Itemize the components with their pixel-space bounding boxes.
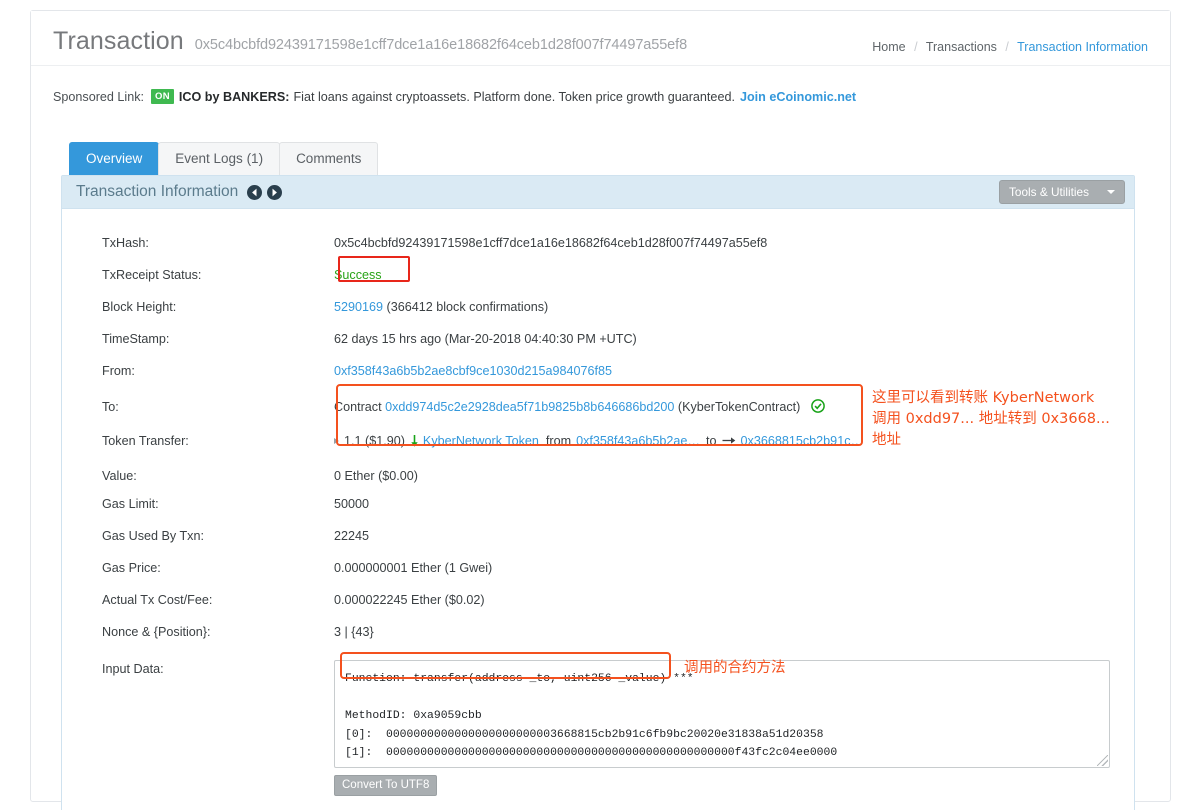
gas-limit-value: 50000 bbox=[334, 497, 370, 511]
tab-overview[interactable]: Overview bbox=[69, 142, 160, 176]
token-transfer-label: Token Transfer: bbox=[102, 434, 189, 448]
verified-contract-icon bbox=[811, 399, 825, 413]
value-amount: 0 Ether ($0.00) bbox=[334, 469, 419, 483]
to-address-link[interactable]: 0xdd974d5c2e2928dea5f71b9825b8b646686bd2… bbox=[385, 400, 674, 414]
panel-nav-arrows bbox=[247, 184, 283, 200]
tab-bar: Overview Event Logs (1) Comments bbox=[69, 142, 379, 176]
gas-used-label: Gas Used By Txn: bbox=[102, 529, 204, 543]
row-value: Value: 0 Ether ($0.00) bbox=[62, 455, 1134, 490]
breadcrumb-transactions[interactable]: Transactions bbox=[926, 40, 997, 54]
row-nonce: Nonce & {Position}: 3 | {43} bbox=[62, 618, 1134, 650]
expand-token-transfer-icon[interactable] bbox=[334, 438, 339, 444]
sponsored-cta-link[interactable]: Join eCoinomic.net bbox=[740, 90, 856, 104]
nonce-label: Nonce & {Position}: bbox=[102, 625, 211, 639]
panel-title: Transaction Information bbox=[76, 183, 239, 200]
page-root: Transaction 0x5c4bcbfd92439171598e1cff7d… bbox=[0, 0, 1200, 810]
gas-price-label: Gas Price: bbox=[102, 561, 161, 575]
tab-event-logs[interactable]: Event Logs (1) bbox=[158, 142, 281, 176]
input-data-arg1-line: [1]: 00000000000000000000000000000000000… bbox=[345, 747, 838, 759]
block-height-label: Block Height: bbox=[102, 300, 177, 314]
breadcrumb-separator-1: / bbox=[914, 40, 918, 54]
timestamp-value: 62 days 15 hrs ago (Mar-20-2018 04:40:30… bbox=[334, 332, 637, 346]
token-name-link[interactable]: KyberNetwork Token bbox=[423, 432, 539, 450]
row-from: From: 0xf358f43a6b5b2ae8cbf9ce1030d215a9… bbox=[62, 357, 1134, 389]
to-contract-prefix: Contract bbox=[334, 400, 382, 414]
to-label: To: bbox=[102, 400, 119, 414]
row-gas-limit: Gas Limit: 50000 bbox=[62, 490, 1134, 522]
page-title-hash: 0x5c4bcbfd92439171598e1cff7dce1a16e18682… bbox=[194, 37, 688, 53]
sponsored-link-bar: Sponsored Link: ON ICO by BANKERS: Fiat … bbox=[53, 89, 856, 104]
row-gas-used: Gas Used By Txn: 22245 bbox=[62, 522, 1134, 554]
txhash-value: 0x5c4bcbfd92439171598e1cff7dce1a16e18682… bbox=[334, 236, 768, 250]
txreceipt-status-label: TxReceipt Status: bbox=[102, 268, 202, 282]
input-data-label: Input Data: bbox=[102, 662, 164, 676]
gas-limit-label: Gas Limit: bbox=[102, 497, 159, 511]
tools-and-utilities-label: Tools & Utilities bbox=[1009, 185, 1089, 199]
tx-cost-value: 0.000022245 Ether ($0.02) bbox=[334, 593, 485, 607]
annotation-text-function: 调用的合约方法 bbox=[684, 660, 786, 676]
token-transfer-to-word: to bbox=[706, 434, 717, 448]
page-title: Transaction 0x5c4bcbfd92439171598e1cff7d… bbox=[53, 27, 687, 56]
convert-to-utf8-button[interactable]: Convert To UTF8 bbox=[334, 775, 438, 796]
transaction-information-panel: Transaction Information Tools & Utilitie… bbox=[61, 175, 1135, 810]
previous-transaction-icon[interactable] bbox=[247, 184, 263, 200]
sponsored-on-badge: ON bbox=[151, 89, 174, 104]
row-txhash: TxHash: 0x5c4bcbfd92439171598e1cff7dce1a… bbox=[62, 229, 1134, 261]
block-confirmations-text: (366412 block confirmations) bbox=[386, 300, 549, 314]
from-label: From: bbox=[102, 364, 135, 378]
breadcrumb-home[interactable]: Home bbox=[872, 40, 905, 54]
gas-price-value: 0.000000001 Ether (1 Gwei) bbox=[334, 561, 493, 575]
tools-and-utilities-button[interactable]: Tools & Utilities bbox=[999, 180, 1125, 204]
row-txreceipt-status: TxReceipt Status: Success bbox=[62, 261, 1134, 293]
token-transfer-from-address[interactable]: 0xf358f43a6b5b2ae… bbox=[576, 432, 700, 450]
token-transfer-to-address[interactable]: 0x3668815cb2b91c… bbox=[741, 432, 864, 450]
page-title-text: Transaction bbox=[53, 27, 184, 55]
token-transfer-amount: 1.1 ($1.90) bbox=[344, 434, 405, 448]
input-data-arg0-line: [0]: 0000000000000000000000003668815cb2b… bbox=[345, 728, 824, 741]
token-transfer-from-word: from bbox=[545, 434, 572, 448]
sponsored-text: Fiat loans against cryptoassets. Platfor… bbox=[293, 89, 735, 104]
timestamp-label: TimeStamp: bbox=[102, 332, 170, 346]
gas-used-value: 22245 bbox=[334, 529, 370, 543]
status-badge: Success bbox=[334, 268, 382, 282]
from-address-link[interactable]: 0xf358f43a6b5b2ae8cbf9ce1030d215a984076f… bbox=[334, 364, 612, 378]
row-block-height: Block Height: 5290169 (366412 block conf… bbox=[62, 293, 1134, 325]
txhash-label: TxHash: bbox=[102, 236, 149, 250]
chevron-down-icon bbox=[1107, 190, 1115, 194]
panel-header: Transaction Information Tools & Utilitie… bbox=[62, 176, 1134, 209]
input-data-function-line: Function: transfer(address _to, uint256 … bbox=[345, 673, 694, 685]
row-gas-price: Gas Price: 0.000000001 Ether (1 Gwei) bbox=[62, 554, 1134, 586]
block-height-link[interactable]: 5290169 bbox=[334, 300, 383, 314]
tx-cost-label: Actual Tx Cost/Fee: bbox=[102, 593, 213, 607]
next-transaction-icon[interactable] bbox=[267, 184, 283, 200]
breadcrumb: Home / Transactions / Transaction Inform… bbox=[872, 40, 1148, 54]
row-timestamp: TimeStamp: 62 days 15 hrs ago (Mar-20-20… bbox=[62, 325, 1134, 357]
input-data-methodid-line: MethodID: 0xa9059cbb bbox=[345, 710, 482, 722]
value-label: Value: bbox=[102, 469, 137, 483]
card-header: Transaction 0x5c4bcbfd92439171598e1cff7d… bbox=[31, 11, 1170, 66]
sponsored-advertiser: ICO by BANKERS: bbox=[178, 89, 290, 104]
row-input-data: Input Data: Function: transfer(address _… bbox=[62, 650, 1134, 801]
to-contract-name: (KyberTokenContract) bbox=[677, 400, 801, 414]
panel-body: TxHash: 0x5c4bcbfd92439171598e1cff7dce1a… bbox=[62, 209, 1134, 810]
right-arrow-icon bbox=[722, 432, 736, 450]
nonce-value: 3 | {43} bbox=[334, 625, 374, 639]
token-in-arrow-icon bbox=[410, 434, 419, 448]
sponsored-label: Sponsored Link: bbox=[53, 89, 145, 104]
row-tx-cost: Actual Tx Cost/Fee: 0.000022245 Ether ($… bbox=[62, 586, 1134, 618]
breadcrumb-separator-2: / bbox=[1005, 40, 1009, 54]
breadcrumb-current: Transaction Information bbox=[1017, 40, 1148, 54]
tab-comments[interactable]: Comments bbox=[279, 142, 379, 176]
annotation-text-transfer: 这里可以看到转账 KyberNetwork 调用 0xdd97... 地址转到 … bbox=[872, 390, 1110, 448]
